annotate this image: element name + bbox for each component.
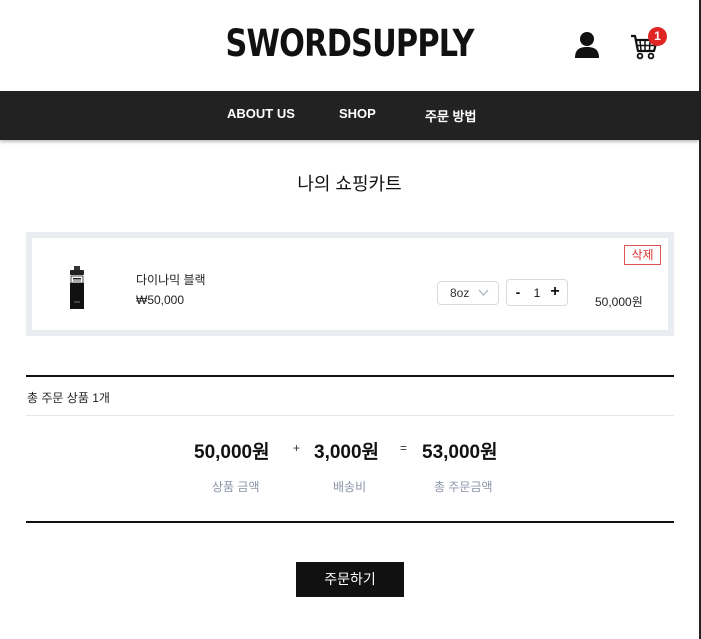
divider (26, 521, 674, 523)
plus-sign: + (293, 441, 301, 455)
page-title: 나의 쇼핑카트 (297, 174, 402, 194)
cart-item-list: 다이나믹 블랙 ₩50,000 삭제 8oz - 1 + 50,000원 (26, 232, 674, 336)
nav-item-about-us[interactable]: ABOUT US (227, 106, 295, 121)
site-logo[interactable]: SWORDSUPPLY (63, 22, 636, 65)
product-price: ₩50,000 (136, 293, 185, 307)
option-select[interactable]: 8oz (437, 281, 499, 305)
option-value: 8oz (450, 286, 470, 300)
delete-button[interactable]: 삭제 (624, 245, 661, 265)
cart-item: 다이나믹 블랙 ₩50,000 삭제 8oz - 1 + 50,000원 (32, 238, 668, 330)
user-icon[interactable] (574, 31, 600, 59)
shipping-amount: 3,000원 (314, 442, 380, 463)
site-header: SWORDSUPPLY 1 (0, 0, 699, 91)
product-amount: 50,000원 (194, 442, 270, 463)
item-total: 50,000원 (595, 295, 643, 309)
divider (26, 375, 674, 377)
order-button[interactable]: 주문하기 (296, 562, 404, 597)
divider (26, 415, 674, 416)
equals-sign: = (400, 441, 408, 455)
nav-item-shop[interactable]: SHOP (339, 106, 376, 121)
product-thumbnail[interactable] (69, 266, 85, 310)
total-amount: 53,000원 (422, 442, 498, 463)
main-nav: ABOUT US SHOP 주문 방법 (0, 91, 699, 140)
quantity-increase-button[interactable]: + (549, 283, 561, 301)
chevron-down-icon (478, 284, 489, 310)
product-amount-label: 상품 금액 (212, 480, 260, 494)
cart-count-badge: 1 (648, 27, 667, 46)
product-name[interactable]: 다이나믹 블랙 (136, 271, 206, 288)
shipping-label: 배송비 (333, 480, 367, 494)
quantity-decrease-button[interactable]: - (513, 284, 523, 300)
quantity-stepper: - 1 + (506, 279, 568, 306)
quantity-value: 1 (533, 286, 541, 300)
nav-item-order-guide[interactable]: 주문 방법 (425, 106, 476, 125)
total-amount-label: 총 주문금액 (434, 480, 493, 494)
order-item-count: 총 주문 상품 1개 (27, 391, 110, 405)
